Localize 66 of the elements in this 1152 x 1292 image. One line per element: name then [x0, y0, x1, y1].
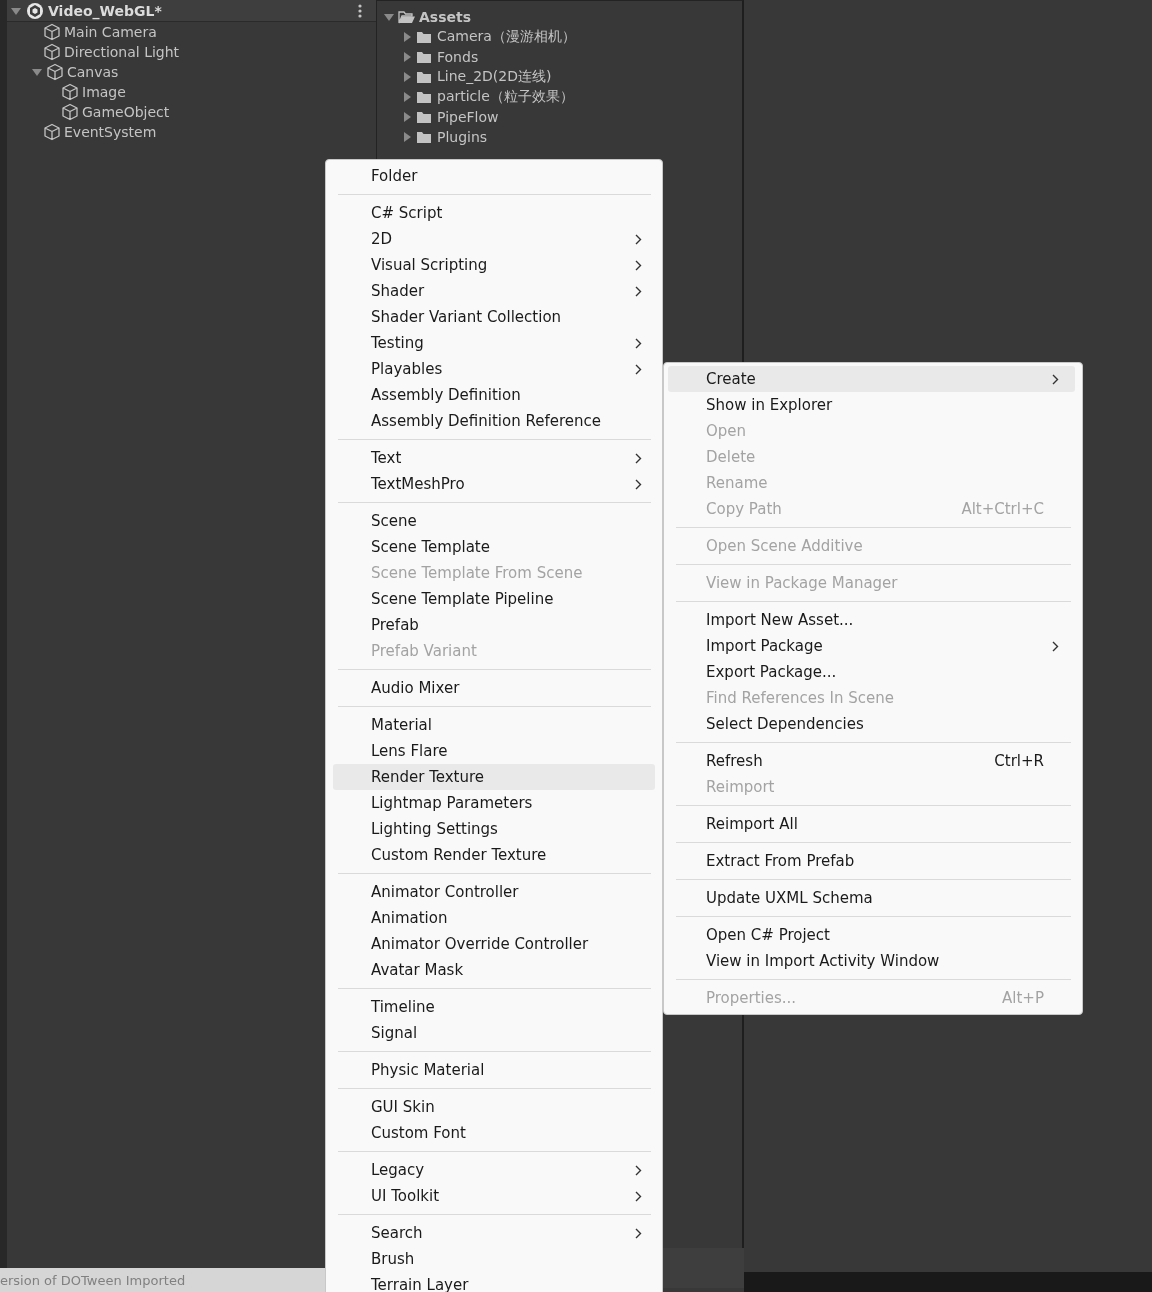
scene-title[interactable]: Video_WebGL* [48, 2, 162, 19]
menu-item[interactable]: Animator Controller [333, 879, 655, 905]
menu-item[interactable]: View in Import Activity Window [668, 948, 1075, 974]
menu-item[interactable]: Update UXML Schema [668, 885, 1075, 911]
menu-item[interactable]: 2D [333, 226, 655, 252]
assets-folder[interactable]: Assets [419, 9, 472, 25]
menu-item[interactable]: Brush [333, 1246, 655, 1272]
hierarchy-item[interactable]: Image [82, 84, 126, 100]
hierarchy-item[interactable]: EventSystem [64, 124, 157, 140]
project-folder[interactable]: particle（粒子效果） [437, 88, 574, 106]
hierarchy-item[interactable]: Main Camera [64, 24, 157, 40]
menu-item[interactable]: Refresh Ctrl+R [668, 748, 1075, 774]
project-folder[interactable]: PipeFlow [437, 109, 499, 125]
menu-item[interactable]: Lightmap Parameters [333, 790, 655, 816]
menu-item[interactable]: Scene [333, 508, 655, 534]
menu-item[interactable]: Audio Mixer [333, 675, 655, 701]
menu-item[interactable]: Lighting Settings [333, 816, 655, 842]
shortcut-label: Alt+Ctrl+C [961, 500, 1044, 518]
menu-item[interactable]: Custom Font [333, 1120, 655, 1146]
menu-item[interactable]: Show in Explorer [668, 392, 1075, 418]
menu-item[interactable]: C# Script [333, 200, 655, 226]
project-folder[interactable]: Fonds [437, 49, 479, 65]
menu-item[interactable]: Lens Flare [333, 738, 655, 764]
project-folder[interactable]: Plugins [437, 129, 488, 145]
hierarchy-item[interactable]: GameObject [82, 104, 170, 120]
project-folder[interactable]: Line_2D(2D连线) [437, 68, 552, 86]
hierarchy-item[interactable]: Canvas [67, 64, 119, 80]
menu-item[interactable]: Extract From Prefab [668, 848, 1075, 874]
menu-item[interactable]: Testing [333, 330, 655, 356]
menu-item[interactable]: Render Texture [333, 764, 655, 790]
menu-item[interactable]: Shader Variant Collection [333, 304, 655, 330]
hierarchy-item[interactable]: Directional Light [64, 44, 180, 60]
menu-item[interactable]: Import New Asset... [668, 607, 1075, 633]
menu-item[interactable]: Folder [333, 163, 655, 189]
menu-item[interactable]: Legacy [333, 1157, 655, 1183]
menu-item[interactable]: Visual Scripting [333, 252, 655, 278]
menu-item[interactable]: Animation [333, 905, 655, 931]
shortcut-label: Ctrl+R [994, 752, 1044, 770]
menu-item[interactable]: Playables [333, 356, 655, 382]
menu-item[interactable]: TextMeshPro [333, 471, 655, 497]
menu-item[interactable]: Import Package [668, 633, 1075, 659]
shortcut-label: Alt+P [1002, 989, 1044, 1007]
menu-item[interactable]: Open C# Project [668, 922, 1075, 948]
menu-item[interactable]: Select Dependencies [668, 711, 1075, 737]
menu-item[interactable]: Create [668, 366, 1075, 392]
menu-item[interactable]: Material [333, 712, 655, 738]
menu-item[interactable]: Physic Material [333, 1057, 655, 1083]
status-message: ersion of DOTween Imported [0, 1272, 186, 1288]
menu-item[interactable]: Text [333, 445, 655, 471]
project-folder[interactable]: Camera（漫游相机） [437, 28, 576, 46]
menu-item[interactable]: Custom Render Texture [333, 842, 655, 868]
menu-item[interactable]: Signal [333, 1020, 655, 1046]
menu-item[interactable]: UI Toolkit [333, 1183, 655, 1209]
menu-item[interactable]: Timeline [333, 994, 655, 1020]
menu-item[interactable]: Assembly Definition [333, 382, 655, 408]
menu-item[interactable]: Assembly Definition Reference [333, 408, 655, 434]
menu-item[interactable]: Prefab [333, 612, 655, 638]
menu-item[interactable]: Shader [333, 278, 655, 304]
menu-item[interactable]: GUI Skin [333, 1094, 655, 1120]
menu-item[interactable]: Animator Override Controller [333, 931, 655, 957]
menu-item[interactable]: Reimport All [668, 811, 1075, 837]
menu-item[interactable]: Avatar Mask [333, 957, 655, 983]
menu-item[interactable]: Export Package... [668, 659, 1075, 685]
menu-item[interactable]: Scene Template [333, 534, 655, 560]
menu-item[interactable]: Search [333, 1220, 655, 1246]
menu-item[interactable]: Scene Template Pipeline [333, 586, 655, 612]
